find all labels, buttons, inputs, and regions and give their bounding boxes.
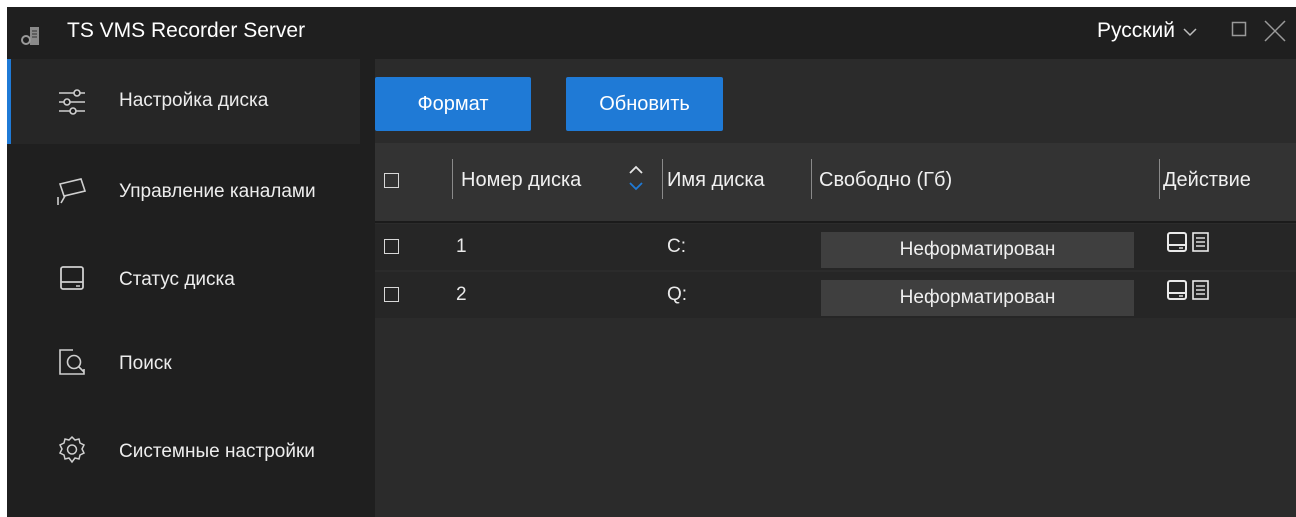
format-button[interactable]: Формат: [375, 77, 531, 131]
header-divider: [375, 221, 1296, 223]
active-indicator: [7, 59, 11, 144]
chevron-down-icon[interactable]: [1183, 27, 1197, 37]
sidebar-item-label: Статус диска: [119, 269, 235, 290]
table-row[interactable]: 1 C: Неформатирован: [375, 224, 1296, 270]
search-icon: [59, 349, 85, 375]
table-row[interactable]: 2 Q: Неформатирован: [375, 272, 1296, 318]
main-panel: Формат Обновить Номер диска Имя диска Св…: [375, 59, 1296, 517]
column-header-disk-name[interactable]: Имя диска: [667, 169, 765, 192]
sidebar-item-system-settings[interactable]: Системные настройки: [7, 411, 360, 496]
maximize-icon[interactable]: [1231, 21, 1247, 37]
column-header-free-space[interactable]: Свободно (Гб): [819, 169, 952, 192]
sidebar-item-label: Настройка диска: [119, 90, 269, 111]
status-badge: Неформатирован: [821, 232, 1134, 268]
row-checkbox[interactable]: [384, 287, 399, 302]
list-icon[interactable]: [1190, 230, 1212, 254]
close-icon[interactable]: [1263, 19, 1287, 43]
disk-number: 2: [456, 284, 467, 305]
sidebar-item-search[interactable]: Поиск: [7, 323, 360, 408]
app-title: TS VMS Recorder Server: [67, 19, 306, 42]
sliders-icon: [59, 89, 85, 115]
column-header-disk-number[interactable]: Номер диска: [461, 169, 581, 192]
drive-icon[interactable]: [1166, 278, 1188, 302]
sort-icon[interactable]: [627, 161, 645, 195]
column-divider: [811, 159, 812, 199]
sidebar-item-label: Системные настройки: [119, 441, 315, 462]
app-window: TS VMS Recorder Server Русский Настройка: [7, 7, 1296, 517]
drive-icon[interactable]: [1166, 230, 1188, 254]
refresh-button[interactable]: Обновить: [566, 77, 723, 131]
select-all-checkbox[interactable]: [384, 173, 399, 188]
sidebar-item-channels[interactable]: Управление каналами: [7, 147, 360, 232]
disk-name: Q:: [667, 284, 688, 305]
row-checkbox[interactable]: [384, 239, 399, 254]
column-divider: [1159, 159, 1160, 199]
gear-icon: [58, 435, 86, 464]
sidebar-item-label: Поиск: [119, 353, 172, 374]
camera-icon: [57, 178, 87, 205]
list-icon[interactable]: [1190, 278, 1212, 302]
disk-number: 1: [456, 236, 467, 257]
column-divider: [662, 159, 663, 199]
hard-drive-icon: [60, 266, 84, 290]
sidebar: Настройка диска Управление каналами Стат…: [7, 59, 360, 517]
disk-name: C:: [667, 236, 686, 257]
column-divider: [452, 159, 453, 199]
app-icon: [21, 27, 39, 45]
sidebar-item-disk-status[interactable]: Статус диска: [7, 235, 360, 320]
status-badge: Неформатирован: [821, 280, 1134, 316]
sidebar-item-disk-settings[interactable]: Настройка диска: [7, 59, 360, 144]
sidebar-item-label: Управление каналами: [119, 181, 316, 202]
language-select[interactable]: Русский: [1097, 19, 1175, 43]
column-header-action[interactable]: Действие: [1163, 169, 1251, 192]
title-bar: TS VMS Recorder Server Русский: [7, 7, 1296, 59]
